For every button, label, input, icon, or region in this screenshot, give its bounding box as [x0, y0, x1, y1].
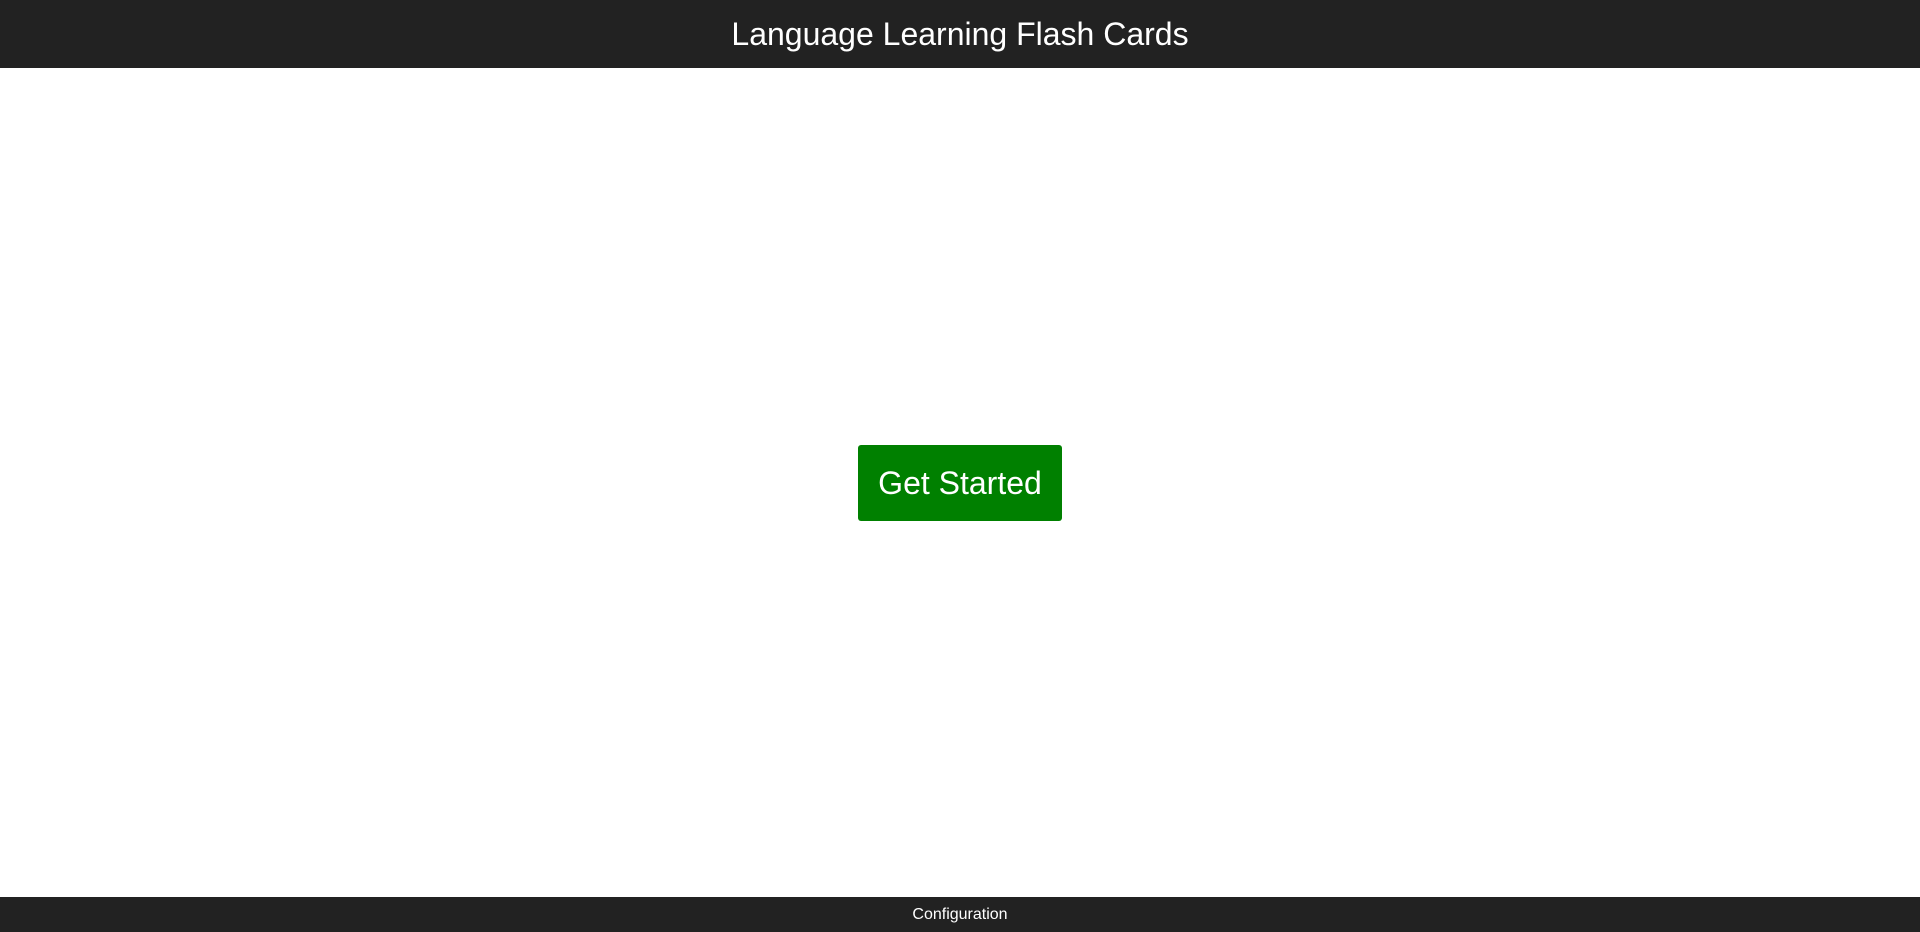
get-started-button[interactable]: Get Started — [858, 445, 1062, 521]
bottom-bar: Configuration — [0, 897, 1920, 932]
main-content: Get Started — [0, 68, 1920, 897]
page-title: Language Learning Flash Cards — [731, 16, 1189, 52]
top-bar: Language Learning Flash Cards — [0, 0, 1920, 68]
configuration-link[interactable]: Configuration — [912, 906, 1007, 924]
app-root: Language Learning Flash Cards Get Starte… — [0, 0, 1920, 932]
